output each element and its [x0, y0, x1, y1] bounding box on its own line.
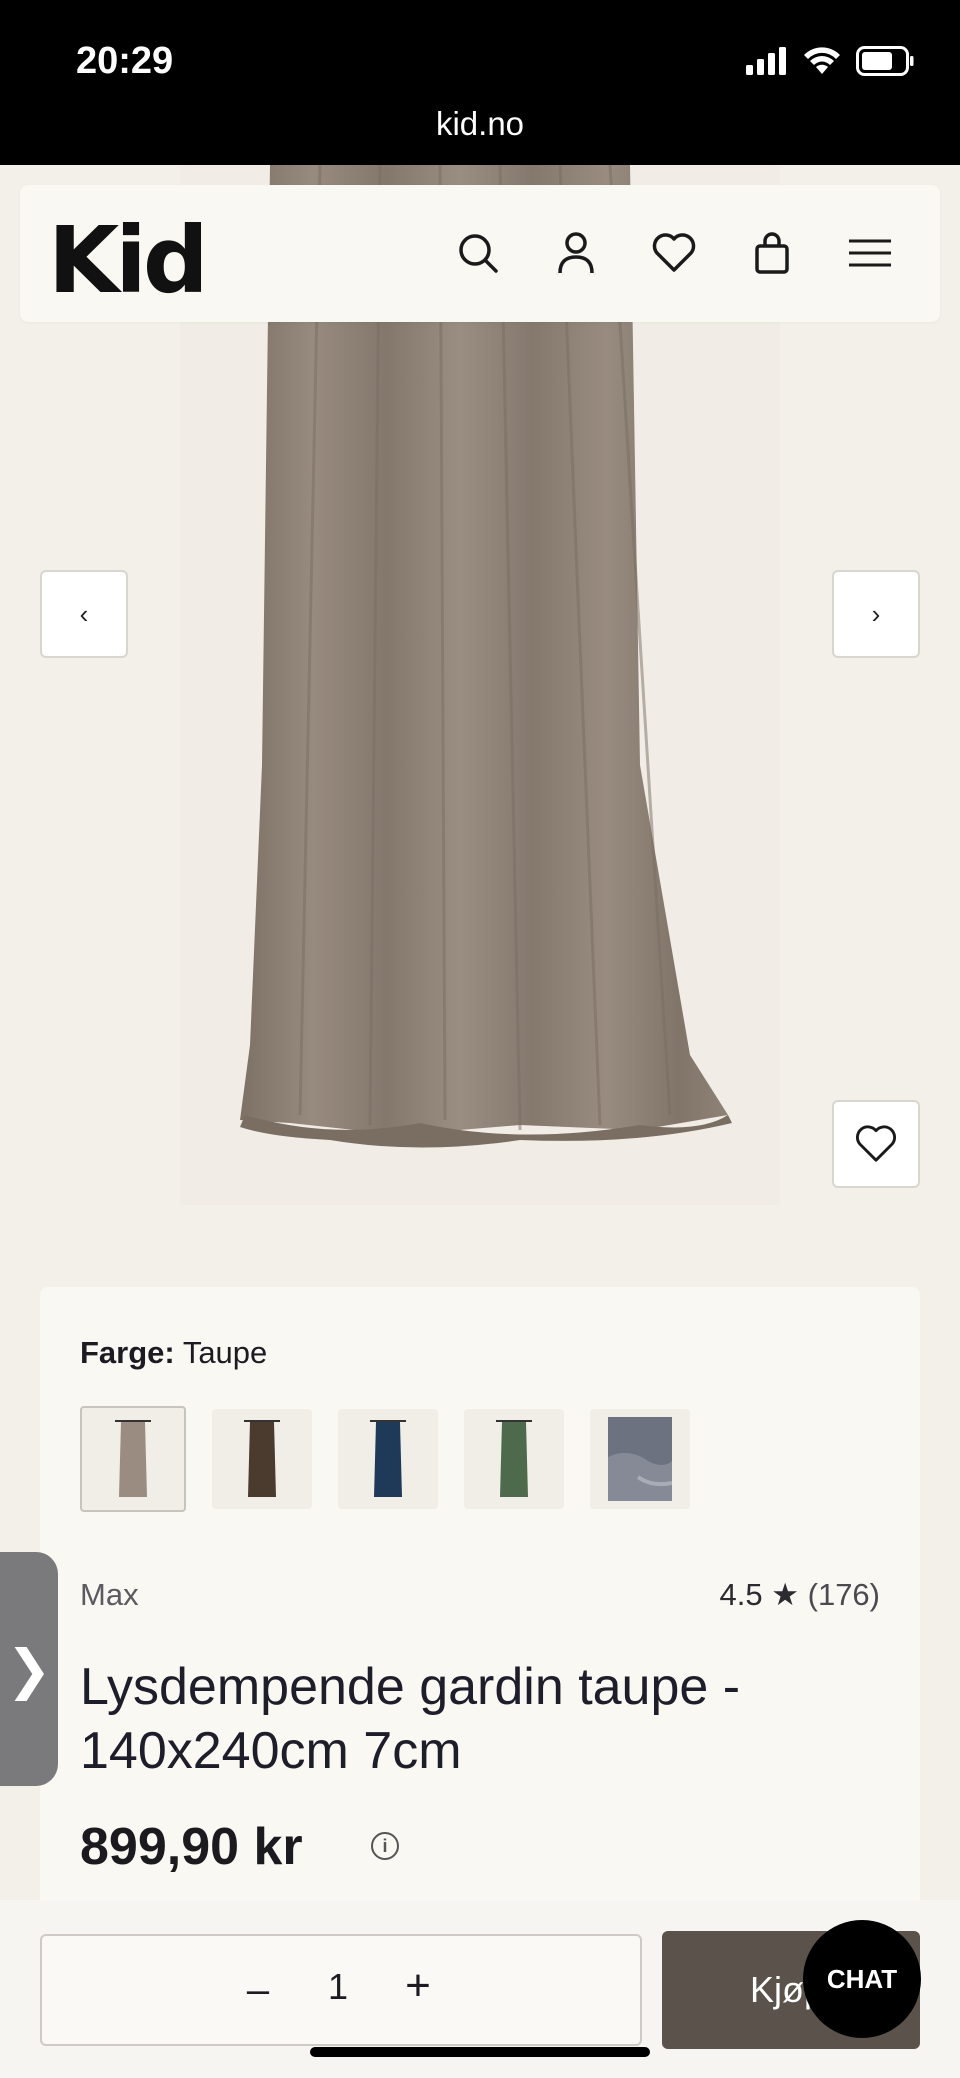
kid-logo[interactable]: Kid	[48, 207, 209, 314]
swatch-navy[interactable]	[338, 1409, 438, 1509]
color-label: Farge: Taupe	[80, 1335, 267, 1371]
quantity-stepper: – 1 +	[40, 1934, 642, 2046]
add-to-wishlist-button[interactable]	[832, 1100, 920, 1188]
search-icon[interactable]	[448, 223, 508, 283]
product-title: Lysdempende gardin taupe - 140x240cm 7cm	[80, 1658, 741, 1780]
quantity-decrease-button[interactable]: –	[238, 1968, 278, 2012]
site-header: Kid	[20, 185, 940, 322]
product-brand[interactable]: Max	[80, 1577, 139, 1613]
heart-icon[interactable]	[644, 223, 704, 283]
signal-icon	[746, 47, 788, 80]
swatch-brown[interactable]	[212, 1409, 312, 1509]
status-bar: 20:29 kid.no	[0, 0, 960, 165]
quantity-value[interactable]: 1	[328, 1966, 348, 2008]
home-indicator	[310, 2047, 650, 2057]
product-rating[interactable]: 4.5 ★ (176)	[719, 1577, 880, 1613]
wifi-icon	[802, 46, 842, 81]
rating-count: (176)	[807, 1577, 880, 1612]
swatch-grey[interactable]	[590, 1409, 690, 1509]
status-time: 20:29	[76, 40, 174, 82]
gallery-next-button[interactable]: ›	[832, 570, 920, 658]
bag-icon[interactable]	[742, 223, 802, 283]
color-label-key: Farge:	[80, 1335, 175, 1370]
product-price: 899,90 kr	[80, 1818, 303, 1876]
chevron-right-icon: ›	[871, 598, 881, 629]
url-bar[interactable]: kid.no	[0, 105, 960, 143]
color-swatches	[80, 1406, 690, 1512]
user-icon[interactable]	[546, 223, 606, 283]
chevron-right-icon: ❯	[6, 1639, 52, 1700]
battery-icon	[856, 46, 914, 81]
chat-button[interactable]: CHAT	[803, 1920, 921, 2038]
price-info-icon[interactable]: i	[371, 1832, 399, 1860]
menu-icon[interactable]	[840, 223, 900, 283]
swatch-taupe[interactable]	[80, 1406, 186, 1512]
rating-value: 4.5	[719, 1577, 763, 1612]
product-image-gallery[interactable]	[0, 165, 960, 1305]
quantity-increase-button[interactable]: +	[398, 1961, 438, 2010]
heart-icon	[856, 1125, 896, 1162]
star-icon: ★	[771, 1577, 799, 1612]
chevron-left-icon: ‹	[79, 598, 89, 629]
product-image	[180, 165, 780, 1205]
product-info-card: Farge: Taupe Max 4.5 ★ (176) Lysdempende…	[40, 1287, 920, 1907]
swatch-green[interactable]	[464, 1409, 564, 1509]
gallery-prev-button[interactable]: ‹	[40, 570, 128, 658]
status-icons	[746, 46, 914, 81]
color-label-value: Taupe	[182, 1335, 268, 1370]
side-drawer-tab[interactable]: ❯	[0, 1552, 58, 1786]
